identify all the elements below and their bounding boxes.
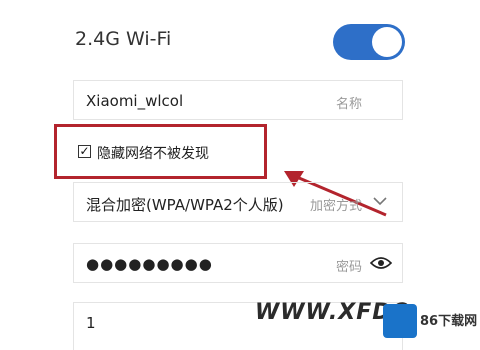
password-field[interactable]: ●●●●●●●●● 密码 [73,243,403,283]
section-title: 2.4G Wi-Fi [75,28,172,50]
toggle-knob [372,27,402,57]
encryption-value: 混合加密(WPA/WPA2个人版) [86,196,284,214]
logo-text: 86下载网 [420,314,478,329]
ssid-hint: 名称 [335,97,362,112]
ssid-value: Xiaomi_wlcol [86,92,184,110]
highlight-box [54,124,267,179]
encryption-hint: 加密方式 [309,199,362,214]
channel-value: 1 [86,314,96,332]
password-value: ●●●●●●●●● [86,255,213,273]
wifi-toggle[interactable] [333,24,405,60]
encryption-select[interactable]: 混合加密(WPA/WPA2个人版) 加密方式 [73,182,403,222]
eye-icon[interactable] [370,256,392,270]
chevron-down-icon[interactable] [372,193,388,209]
ssid-field[interactable]: Xiaomi_wlcol 名称 [73,80,403,120]
password-hint: 密码 [335,260,362,275]
logo-icon [383,304,417,338]
